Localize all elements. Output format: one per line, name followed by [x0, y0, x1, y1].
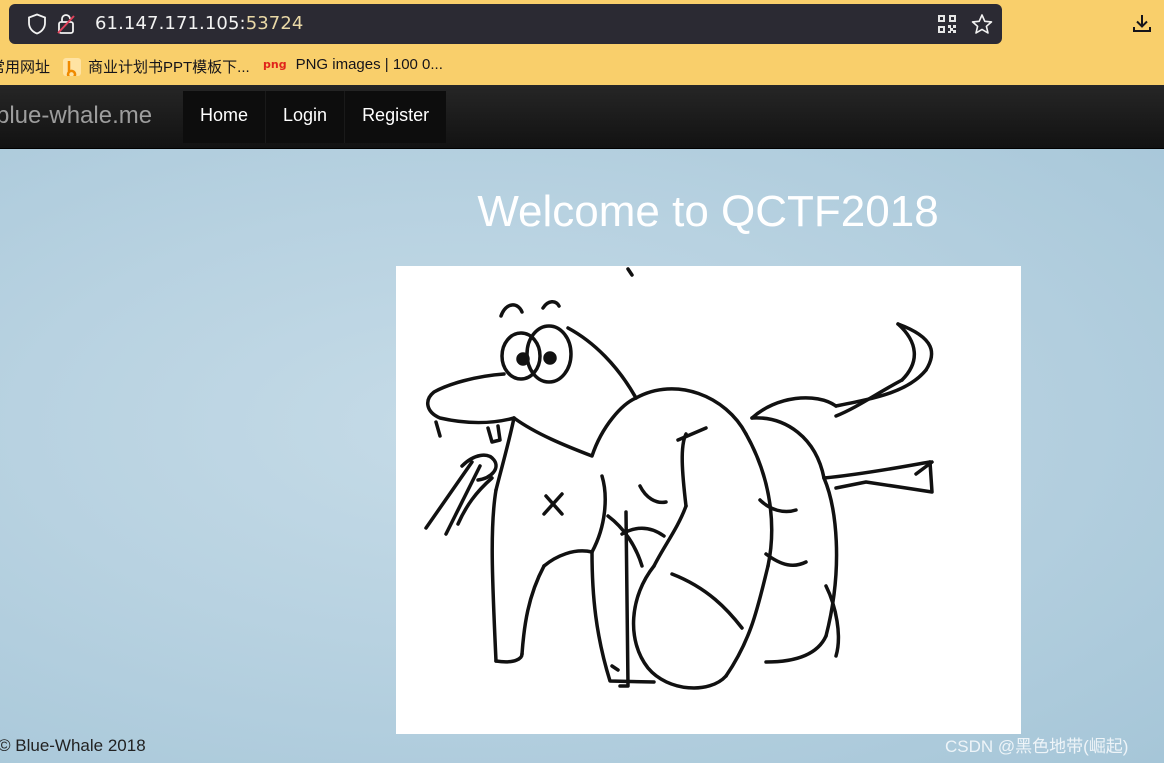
star-icon[interactable]	[969, 4, 995, 44]
brand-link[interactable]: blue-whale.me	[0, 85, 152, 147]
nav-menu: Home Login Register	[183, 91, 447, 143]
qr-code-icon[interactable]	[935, 4, 959, 44]
download-icon[interactable]	[1127, 8, 1157, 38]
site-footer: © Blue-Whale 2018	[0, 736, 146, 755]
csdn-watermark: CSDN @黑色地带(崛起)	[945, 737, 1129, 756]
page-content: Welcome to QCTF2018 © Blue-Whale 2018 CS…	[0, 149, 1164, 763]
bookmark-favicon	[63, 57, 81, 79]
bookmark-label: 商业计划书PPT模板下...	[88, 59, 250, 76]
browser-chrome: 61.147.171.105:53724 常用网址 商业计划书PPT模板下...…	[0, 0, 1164, 85]
dinosaur-sketch-image	[396, 266, 1021, 734]
bookmark-item[interactable]: png PNG images | 100 0...	[263, 56, 443, 73]
png-favicon: png	[263, 58, 287, 71]
site-navbar: blue-whale.me Home Login Register	[0, 85, 1164, 149]
url-text[interactable]: 61.147.171.105:53724	[95, 4, 303, 44]
nav-login[interactable]: Login	[265, 91, 344, 143]
bookmark-item[interactable]: 商业计划书PPT模板下...	[63, 56, 250, 79]
bookmarks-bar: 常用网址 商业计划书PPT模板下... png PNG images | 100…	[0, 50, 1164, 82]
bookmark-label: PNG images | 100 0...	[295, 56, 443, 73]
nav-register[interactable]: Register	[344, 91, 446, 143]
bookmark-label: 常用网址	[0, 59, 51, 76]
address-bar[interactable]: 61.147.171.105:53724	[9, 4, 1002, 44]
lock-broken-icon[interactable]	[51, 4, 81, 44]
bookmark-item[interactable]: 常用网址	[0, 56, 50, 77]
nav-home[interactable]: Home	[183, 91, 265, 143]
page-title: Welcome to QCTF2018	[477, 187, 939, 236]
